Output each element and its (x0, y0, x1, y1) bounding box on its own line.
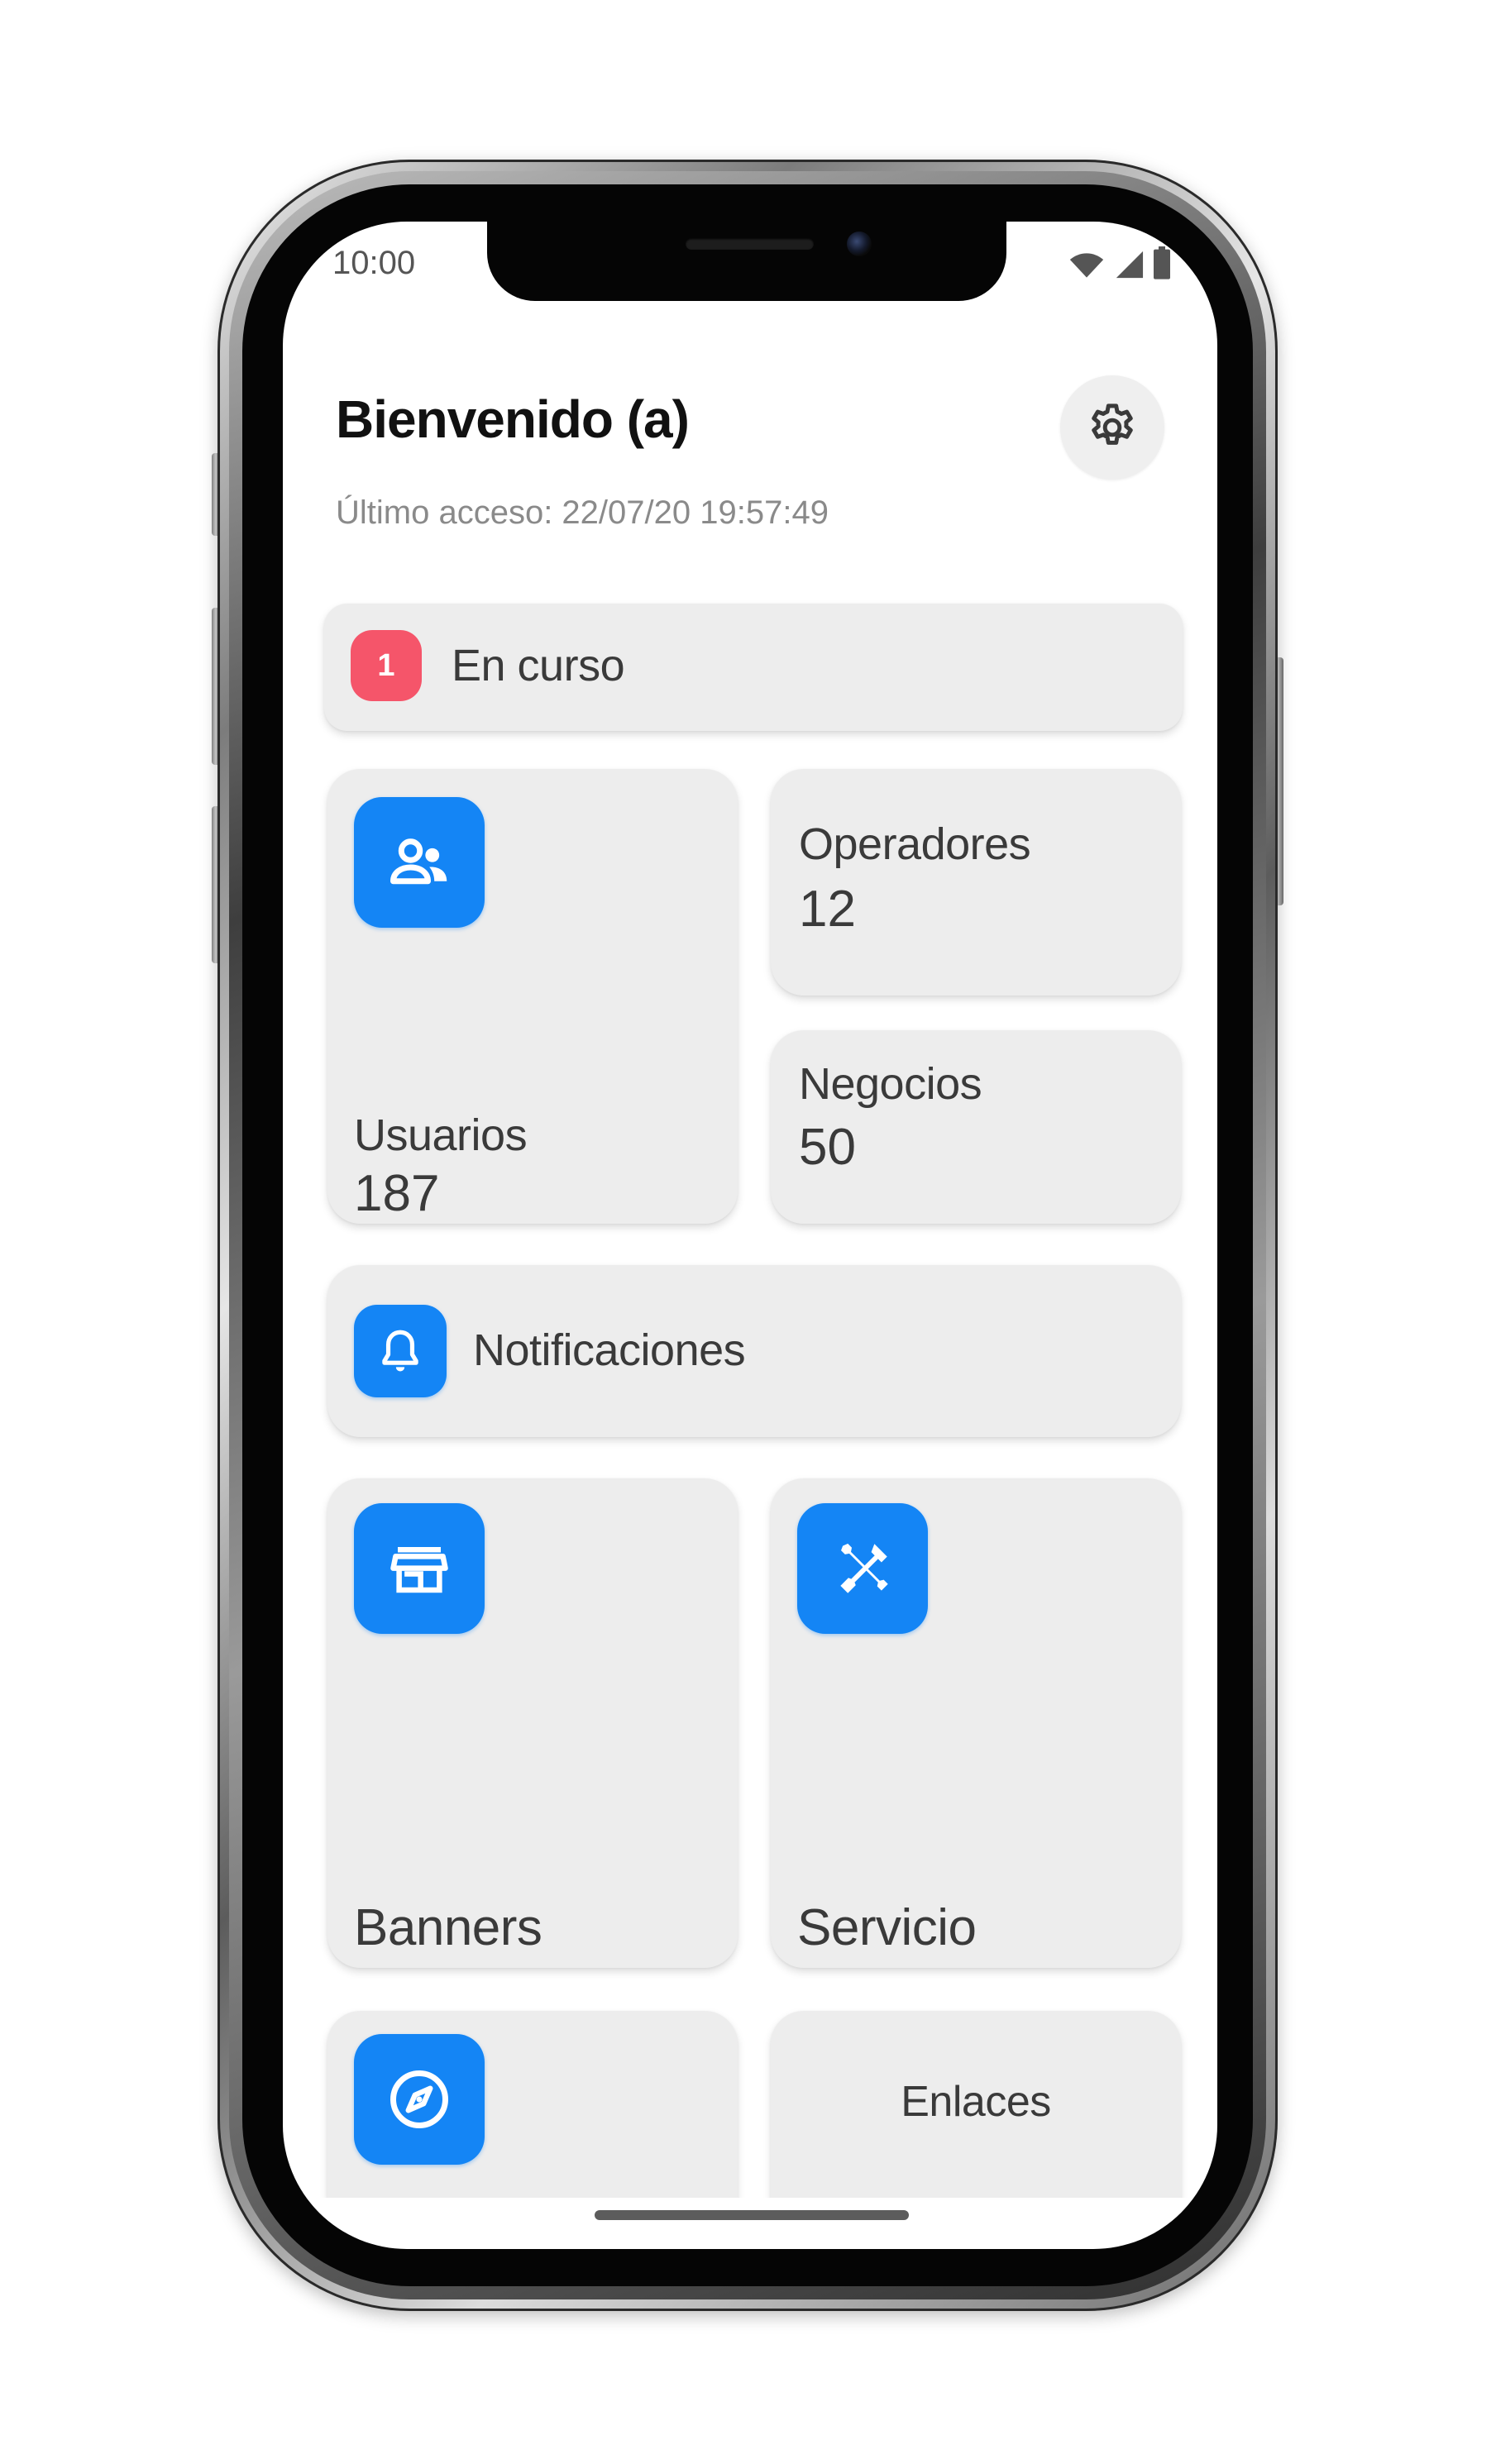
operators-label: Operadores (799, 819, 1031, 869)
users-card[interactable]: Usuarios 187 (327, 769, 738, 1224)
in-progress-count-badge: 1 (351, 630, 422, 701)
users-icon (390, 838, 447, 885)
wifi-icon (1069, 253, 1104, 278)
businesses-label: Negocios (799, 1059, 982, 1109)
notch (487, 222, 1006, 301)
settings-button[interactable] (1060, 375, 1164, 480)
operators-count: 12 (799, 881, 856, 938)
bell-icon-tile (354, 1305, 447, 1397)
service-card[interactable]: Servicio (771, 1478, 1181, 1968)
compass-icon (390, 2070, 448, 2128)
links-card[interactable]: Enlaces (771, 2011, 1181, 2198)
bell-icon (382, 1330, 418, 1372)
users-icon-tile (354, 797, 485, 928)
banners-card[interactable]: Banners (327, 1478, 738, 1968)
front-camera (847, 232, 872, 256)
last-access-text: Último acceso: 22/07/20 19:57:49 (336, 494, 829, 531)
mockup-stage: Bienvenido (a) Último acceso: 22/07/20 1… (0, 0, 1496, 2464)
status-icons (1068, 246, 1171, 279)
tools-icon (840, 1543, 888, 1593)
businesses-card[interactable]: Negocios 50 (771, 1030, 1181, 1224)
links-label: Enlaces (901, 2078, 1051, 2126)
signal-icon (1116, 251, 1144, 279)
notifications-label: Notificaciones (473, 1325, 746, 1375)
businesses-count: 50 (799, 1119, 856, 1176)
scroll-content[interactable]: Bienvenido (a) Último acceso: 22/07/20 1… (283, 222, 1217, 2198)
gear-icon (1092, 404, 1133, 445)
home-indicator[interactable] (595, 2210, 909, 2220)
users-label: Usuarios (354, 1110, 528, 1160)
users-count: 187 (354, 1165, 440, 1222)
battery-icon (1154, 246, 1170, 279)
status-time: 10:00 (332, 245, 416, 281)
in-progress-label: En curso (452, 641, 625, 690)
banners-label: Banners (354, 1899, 542, 1956)
in-progress-card[interactable]: 1 En curso (324, 604, 1183, 731)
notifications-card[interactable]: Notificaciones (327, 1265, 1181, 1437)
phone-screen: Bienvenido (a) Último acceso: 22/07/20 1… (283, 222, 1217, 2249)
operators-card[interactable]: Operadores 12 (771, 769, 1181, 996)
store-icon-tile (354, 1503, 485, 1634)
store-icon (390, 1547, 448, 1593)
compass-icon-tile (354, 2034, 485, 2165)
tools-icon-tile (797, 1503, 928, 1634)
speaker-grille (686, 238, 814, 250)
page-title: Bienvenido (a) (336, 389, 690, 449)
explore-card[interactable] (327, 2011, 738, 2198)
service-label: Servicio (797, 1899, 977, 1956)
